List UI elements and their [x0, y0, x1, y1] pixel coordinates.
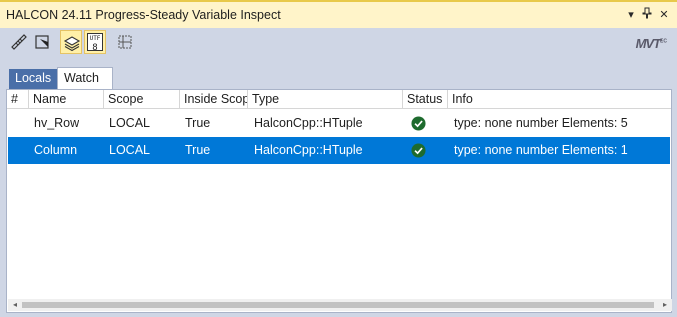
table-row[interactable]: hv_Row LOCAL True HalconCpp::HTuple type…	[8, 110, 670, 137]
row-scope: LOCAL	[109, 143, 150, 157]
tab-watch[interactable]: Watch	[57, 67, 113, 89]
row-type: HalconCpp::HTuple	[254, 116, 363, 130]
layers-icon	[63, 36, 81, 52]
close-icon[interactable]: ✕	[657, 7, 671, 23]
pin-icon[interactable]	[640, 7, 654, 23]
watch-panel: # Name Scope Inside Scope Type Status In…	[6, 89, 672, 313]
row-type: HalconCpp::HTuple	[254, 143, 363, 157]
ruler-tool-button[interactable]	[8, 30, 30, 54]
row-scope: LOCAL	[109, 116, 150, 130]
column-header-type[interactable]: Type	[248, 90, 403, 108]
grid-select-button[interactable]	[114, 30, 136, 54]
column-header-name[interactable]: Name	[29, 90, 104, 108]
title-bar: HALCON 24.11 Progress-Steady Variable In…	[0, 0, 677, 28]
row-name: Column	[34, 143, 78, 157]
row-inside-scope: True	[185, 143, 211, 157]
ruler-icon	[11, 34, 27, 50]
row-inside-scope: True	[185, 116, 211, 130]
scroll-right-icon[interactable]: ▸	[660, 300, 670, 310]
column-header-status[interactable]: Status	[403, 90, 448, 108]
select-region-button[interactable]	[32, 30, 54, 54]
status-ok-icon	[411, 143, 426, 158]
utf8-label-top: UTF	[89, 35, 101, 42]
logo-text: MVT	[635, 36, 661, 51]
tab-locals[interactable]: Locals	[9, 69, 57, 89]
mvtec-logo: MVTEC	[636, 36, 667, 51]
scroll-thumb[interactable]	[22, 302, 654, 308]
logo-sup: EC	[660, 38, 667, 45]
table-row[interactable]: Column LOCAL True HalconCpp::HTuple type…	[8, 137, 670, 164]
status-ok-icon	[411, 116, 426, 131]
grid-select-icon	[118, 35, 132, 49]
toolbar: UTF 8 MVTEC	[0, 28, 677, 58]
window-title: HALCON 24.11 Progress-Steady Variable In…	[6, 8, 281, 22]
row-name: hv_Row	[34, 116, 80, 130]
row-info: type: none number Elements: 1	[454, 143, 628, 157]
select-region-icon	[35, 35, 49, 49]
layers-button[interactable]	[60, 30, 82, 54]
horizontal-scrollbar[interactable]: ◂ ▸	[8, 299, 672, 311]
table-header: # Name Scope Inside Scope Type Status In…	[7, 90, 671, 109]
column-header-info[interactable]: Info	[448, 90, 671, 108]
scroll-left-icon[interactable]: ◂	[10, 300, 20, 310]
utf8-toggle-button[interactable]: UTF 8	[84, 30, 106, 54]
utf8-icon: UTF 8	[87, 33, 103, 53]
column-header-index[interactable]: #	[7, 90, 29, 108]
window-menu-dropdown-icon[interactable]: ▾	[624, 7, 638, 23]
row-info: type: none number Elements: 5	[454, 116, 628, 130]
utf8-label-bottom: 8	[92, 43, 98, 53]
column-header-scope[interactable]: Scope	[104, 90, 180, 108]
column-header-inside-scope[interactable]: Inside Scope	[180, 90, 248, 108]
